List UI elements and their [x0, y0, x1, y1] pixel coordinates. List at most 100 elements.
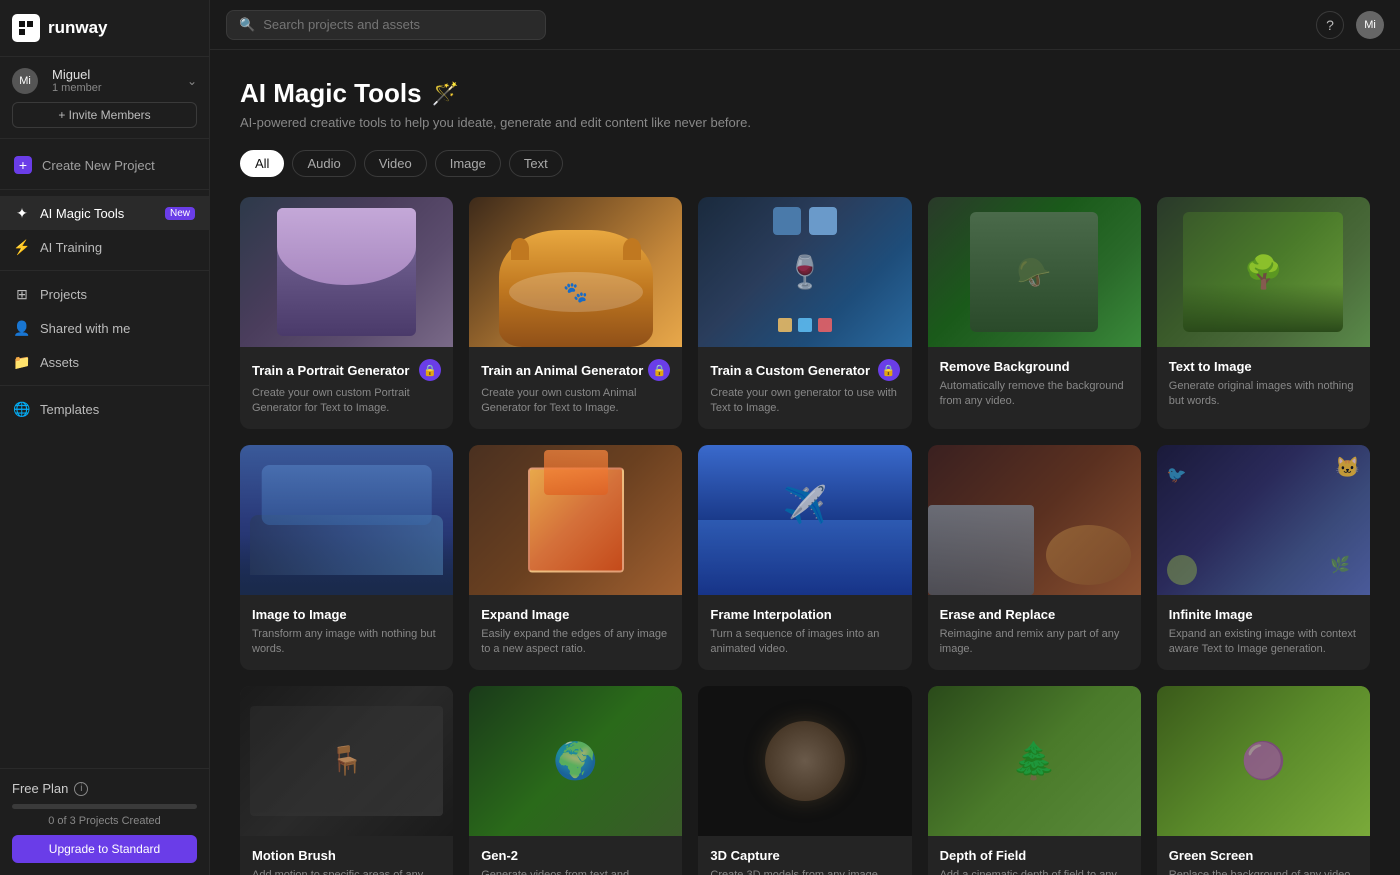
- tool-desc: Automatically remove the background from…: [940, 379, 1129, 410]
- tool-desc: Expand an existing image with context aw…: [1169, 627, 1358, 658]
- tool-title-row: 3D Capture: [710, 848, 899, 863]
- tool-image-animal: 🐾: [469, 197, 682, 347]
- projects-icon: ⊞: [14, 286, 30, 302]
- tool-info: Depth of Field Add a cinematic depth of …: [928, 836, 1141, 875]
- tool-info: Frame Interpolation Turn a sequence of i…: [698, 595, 911, 670]
- nav-divider-2: [0, 270, 209, 271]
- sidebar-item-projects[interactable]: ⊞ Projects: [0, 277, 209, 311]
- tool-card-image-to-image[interactable]: Image to Image Transform any image with …: [240, 445, 453, 670]
- tool-card-row3-1[interactable]: 🪑 Motion Brush Add motion to specific ar…: [240, 686, 453, 875]
- user-info: Mi Miguel 1 member: [12, 67, 102, 94]
- sidebar-item-shared-with-me[interactable]: 👤 Shared with me: [0, 311, 209, 345]
- filter-tab-video[interactable]: Video: [364, 150, 427, 177]
- sidebar-item-templates[interactable]: 🌐 Templates: [0, 392, 209, 426]
- tool-image-row3-2: 🌍: [469, 686, 682, 836]
- tool-title: Image to Image: [252, 607, 347, 622]
- tool-card-animal-generator[interactable]: 🐾 Train an Animal Generator 🔒 Create you…: [469, 197, 682, 429]
- tool-desc: Generate videos from text and images.: [481, 868, 670, 875]
- tool-info: Erase and Replace Reimagine and remix an…: [928, 595, 1141, 670]
- topbar-avatar[interactable]: Mi: [1356, 11, 1384, 39]
- sidebar-item-label: Templates: [40, 402, 99, 417]
- tools-grid: Train a Portrait Generator 🔒 Create your…: [240, 197, 1370, 875]
- tool-badge-icon: 🔒: [419, 359, 441, 381]
- chevron-down-icon[interactable]: ⌄: [187, 74, 197, 88]
- tool-image-remove-bg: 🪖: [928, 197, 1141, 347]
- tool-desc: Create your own generator to use with Te…: [710, 386, 899, 417]
- tool-info: Image to Image Transform any image with …: [240, 595, 453, 670]
- sidebar-bottom: Free Plan i 0 of 3 Projects Created Upgr…: [0, 768, 209, 875]
- tool-card-row3-5[interactable]: 🟣 Green Screen Replace the background of…: [1157, 686, 1370, 875]
- wand-icon: 🪄: [432, 81, 459, 107]
- tool-title: Train a Portrait Generator: [252, 363, 410, 378]
- tool-card-row3-3[interactable]: 3D Capture Create 3D models from any ima…: [698, 686, 911, 875]
- info-icon[interactable]: i: [74, 782, 88, 796]
- tool-image-row3-4: 🌲: [928, 686, 1141, 836]
- shared-icon: 👤: [14, 320, 30, 336]
- search-input[interactable]: [263, 17, 533, 32]
- filter-tab-image[interactable]: Image: [435, 150, 501, 177]
- tool-title-row: Frame Interpolation: [710, 607, 899, 622]
- sidebar-item-ai-training[interactable]: ⚡ AI Training: [0, 230, 209, 264]
- tool-card-row3-4[interactable]: 🌲 Depth of Field Add a cinematic depth o…: [928, 686, 1141, 875]
- tool-info: Motion Brush Add motion to specific area…: [240, 836, 453, 875]
- filter-tab-text[interactable]: Text: [509, 150, 563, 177]
- create-new-project-button[interactable]: + Create New Project: [0, 147, 209, 183]
- sidebar-item-assets[interactable]: 📁 Assets: [0, 345, 209, 379]
- tool-image-portrait: [240, 197, 453, 347]
- tool-desc: Create your own custom Animal Generator …: [481, 386, 670, 417]
- tool-card-expand-image[interactable]: Expand Image Easily expand the edges of …: [469, 445, 682, 670]
- tool-card-remove-background[interactable]: 🪖 Remove Background Automatically remove…: [928, 197, 1141, 429]
- sidebar-item-label: Shared with me: [40, 321, 130, 336]
- tool-card-infinite-image[interactable]: 🐱 🐦 🌿 Infinite Image Expand an existing …: [1157, 445, 1370, 670]
- tool-card-portrait-generator[interactable]: Train a Portrait Generator 🔒 Create your…: [240, 197, 453, 429]
- tool-title: Motion Brush: [252, 848, 336, 863]
- avatar: Mi: [12, 68, 38, 94]
- tool-card-custom-generator[interactable]: 🍷 Train a Custom Generator 🔒 Create your…: [698, 197, 911, 429]
- tool-title-row: Remove Background: [940, 359, 1129, 374]
- upgrade-button[interactable]: Upgrade to Standard: [12, 835, 197, 863]
- tool-title-row: Green Screen: [1169, 848, 1358, 863]
- user-name: Miguel: [52, 67, 102, 82]
- tool-image-row3-5: 🟣: [1157, 686, 1370, 836]
- tool-card-frame-interpolation[interactable]: ✈️ Frame Interpolation Turn a sequence o…: [698, 445, 911, 670]
- tool-info: 3D Capture Create 3D models from any ima…: [698, 836, 911, 875]
- free-plan-label: Free Plan: [12, 781, 68, 796]
- tool-info: Train an Animal Generator 🔒 Create your …: [469, 347, 682, 429]
- create-new-label: Create New Project: [42, 158, 155, 173]
- tool-info: Train a Custom Generator 🔒 Create your o…: [698, 347, 911, 429]
- sidebar-item-label: Projects: [40, 287, 87, 302]
- new-badge: New: [165, 207, 195, 220]
- invite-members-button[interactable]: + Invite Members: [12, 102, 197, 128]
- create-plus-icon: +: [14, 156, 32, 174]
- tool-title-row: Train an Animal Generator 🔒: [481, 359, 670, 381]
- tool-title-row: Gen-2: [481, 848, 670, 863]
- tool-card-row3-2[interactable]: 🌍 Gen-2 Generate videos from text and im…: [469, 686, 682, 875]
- tool-info: Train a Portrait Generator 🔒 Create your…: [240, 347, 453, 429]
- projects-count: 0 of 3 Projects Created: [12, 815, 197, 827]
- tool-desc: Reimagine and remix any part of any imag…: [940, 627, 1129, 658]
- content-area: AI Magic Tools 🪄 AI-powered creative too…: [210, 50, 1400, 875]
- filter-tab-all[interactable]: All: [240, 150, 284, 177]
- nav-divider-3: [0, 385, 209, 386]
- sidebar-item-label: AI Magic Tools: [40, 206, 124, 221]
- tool-title-row: Text to Image: [1169, 359, 1358, 374]
- page-title: AI Magic Tools: [240, 78, 422, 109]
- tool-title-row: Expand Image: [481, 607, 670, 622]
- tool-desc: Add a cinematic depth of field to any im…: [940, 868, 1129, 875]
- help-button[interactable]: ?: [1316, 11, 1344, 39]
- tool-info: Green Screen Replace the background of a…: [1157, 836, 1370, 875]
- search-icon: 🔍: [239, 17, 255, 33]
- filter-tab-audio[interactable]: Audio: [292, 150, 355, 177]
- tool-info: Infinite Image Expand an existing image …: [1157, 595, 1370, 670]
- tool-title: Train a Custom Generator: [710, 363, 870, 378]
- progress-bar-background: [12, 804, 197, 809]
- tool-desc: Turn a sequence of images into an animat…: [710, 627, 899, 658]
- tool-desc: Create your own custom Portrait Generato…: [252, 386, 441, 417]
- tool-card-erase-replace[interactable]: Erase and Replace Reimagine and remix an…: [928, 445, 1141, 670]
- tool-title-row: Erase and Replace: [940, 607, 1129, 622]
- sidebar: runway Mi Miguel 1 member ⌄ + Invite Mem…: [0, 0, 210, 875]
- tool-title: Green Screen: [1169, 848, 1254, 863]
- tool-image-row3-3: [698, 686, 911, 836]
- tool-card-text-to-image[interactable]: 🌳 Text to Image Generate original images…: [1157, 197, 1370, 429]
- sidebar-item-ai-magic-tools[interactable]: ✦ AI Magic Tools New: [0, 196, 209, 230]
